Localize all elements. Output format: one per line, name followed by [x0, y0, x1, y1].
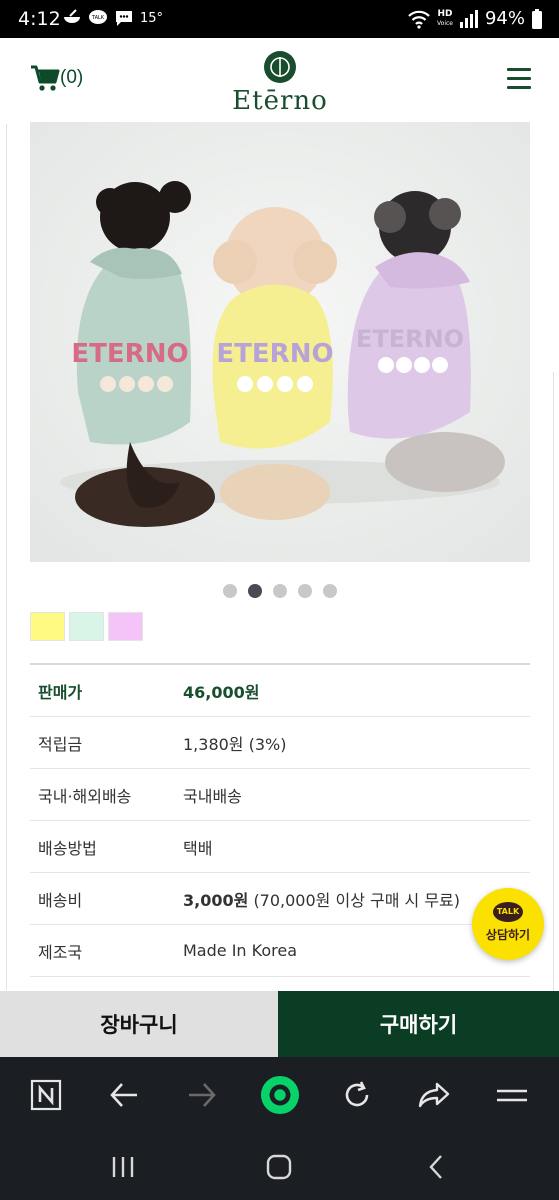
svg-text:ETERNO: ETERNO — [71, 339, 188, 369]
product-image[interactable]: ETERNO ETERNO ETERNO — [30, 122, 530, 562]
product-info-table: 판매가 46,000원 적립금 1,380원 (3%) 국내·해외배송 국내배송… — [30, 663, 530, 977]
info-row-delivery-method: 배송방법 택배 — [30, 821, 530, 873]
home-icon[interactable] — [260, 1075, 300, 1115]
system-navigation — [0, 1133, 559, 1200]
network-indicator: HD Voice — [437, 8, 453, 27]
battery-percent: 94% — [484, 8, 525, 29]
battery-icon — [532, 8, 542, 29]
site-header: (0) Etērno — [0, 38, 559, 122]
points-value: 1,380원 (3%) — [183, 734, 287, 754]
svg-text:ETERNO: ETERNO — [356, 325, 464, 353]
site-logo[interactable]: Etērno — [228, 50, 332, 116]
logo-emblem — [264, 51, 296, 83]
refresh-icon[interactable] — [337, 1075, 377, 1115]
info-row-price: 판매가 46,000원 — [30, 665, 530, 717]
chat-label: 상담하기 — [485, 928, 531, 942]
cart-icon — [31, 65, 60, 91]
status-time: 4:12 — [18, 8, 61, 30]
delivery-method-label: 배송방법 — [38, 838, 97, 858]
talk-icon: TALK — [89, 10, 107, 24]
recents-icon[interactable] — [103, 1151, 143, 1183]
status-notification-icons: TALK 15° — [62, 8, 163, 28]
purchase-actions: 장바구니 구매하기 — [0, 991, 559, 1057]
product-photo-dogs: ETERNO ETERNO ETERNO — [30, 122, 530, 562]
logo-wordmark: Etērno — [232, 86, 328, 116]
naver-n-icon[interactable] — [26, 1075, 66, 1115]
forward-icon[interactable] — [182, 1075, 222, 1115]
talk-bubble-icon: TALK — [493, 902, 523, 922]
shipping-fee-label: 배송비 — [38, 890, 83, 910]
gallery-dot-active[interactable] — [247, 584, 262, 598]
gallery-dot[interactable] — [297, 584, 312, 598]
shipping-fee-note: (70,000원 이상 구매 시 무료) — [253, 890, 461, 910]
info-row-origin: 제조국 Made In Korea — [30, 925, 530, 977]
kakao-chat-button[interactable]: TALK 상담하기 — [472, 888, 544, 960]
shipping-fee-amount: 3,000원 — [183, 890, 249, 910]
menu-icon[interactable] — [492, 1075, 532, 1115]
gallery-dot[interactable] — [272, 584, 287, 598]
buy-now-button[interactable]: 구매하기 — [278, 991, 559, 1057]
right-divider — [553, 372, 554, 992]
left-divider — [6, 124, 7, 990]
svg-text:TALK: TALK — [91, 15, 105, 21]
info-row-points: 적립금 1,380원 (3%) — [30, 717, 530, 769]
color-swatch-yellow[interactable] — [30, 612, 65, 641]
browser-toolbar — [0, 1057, 559, 1133]
delivery-region-label: 국내·해외배송 — [38, 786, 132, 806]
gallery-dot[interactable] — [322, 584, 337, 598]
cart-count: (0) — [60, 67, 84, 88]
status-bar: 4:12 TALK 15° HD Voice 94% — [0, 0, 559, 38]
share-icon[interactable] — [414, 1075, 454, 1115]
color-swatch-mint[interactable] — [69, 612, 104, 641]
price-label: 판매가 — [38, 682, 83, 702]
delivery-region-value: 국내배송 — [183, 786, 242, 806]
signal-icon — [459, 9, 478, 28]
bowl-icon — [64, 9, 80, 23]
svg-text:ETERNO: ETERNO — [216, 339, 333, 369]
gallery-pagination — [0, 584, 559, 598]
origin-label: 제조국 — [38, 942, 83, 962]
cart-button[interactable]: (0) — [30, 64, 83, 92]
info-row-delivery-region: 국내·해외배송 국내배송 — [30, 769, 530, 821]
home-icon[interactable] — [259, 1151, 299, 1183]
delivery-method-value: 택배 — [183, 838, 213, 858]
color-swatch-pink[interactable] — [108, 612, 143, 641]
points-label: 적립금 — [38, 734, 83, 754]
hamburger-menu-icon[interactable] — [507, 68, 531, 95]
message-icon — [116, 11, 132, 26]
color-swatches — [30, 612, 143, 641]
status-temperature: 15° — [140, 10, 164, 26]
wifi-icon — [408, 10, 430, 29]
gallery-dot[interactable] — [222, 584, 237, 598]
price-value: 46,000원 — [183, 682, 260, 702]
back-icon[interactable] — [416, 1151, 456, 1183]
info-row-shipping-fee: 배송비 3,000원 (70,000원 이상 구매 시 무료) — [30, 873, 530, 925]
add-to-cart-button[interactable]: 장바구니 — [0, 991, 278, 1057]
back-icon[interactable] — [104, 1075, 144, 1115]
